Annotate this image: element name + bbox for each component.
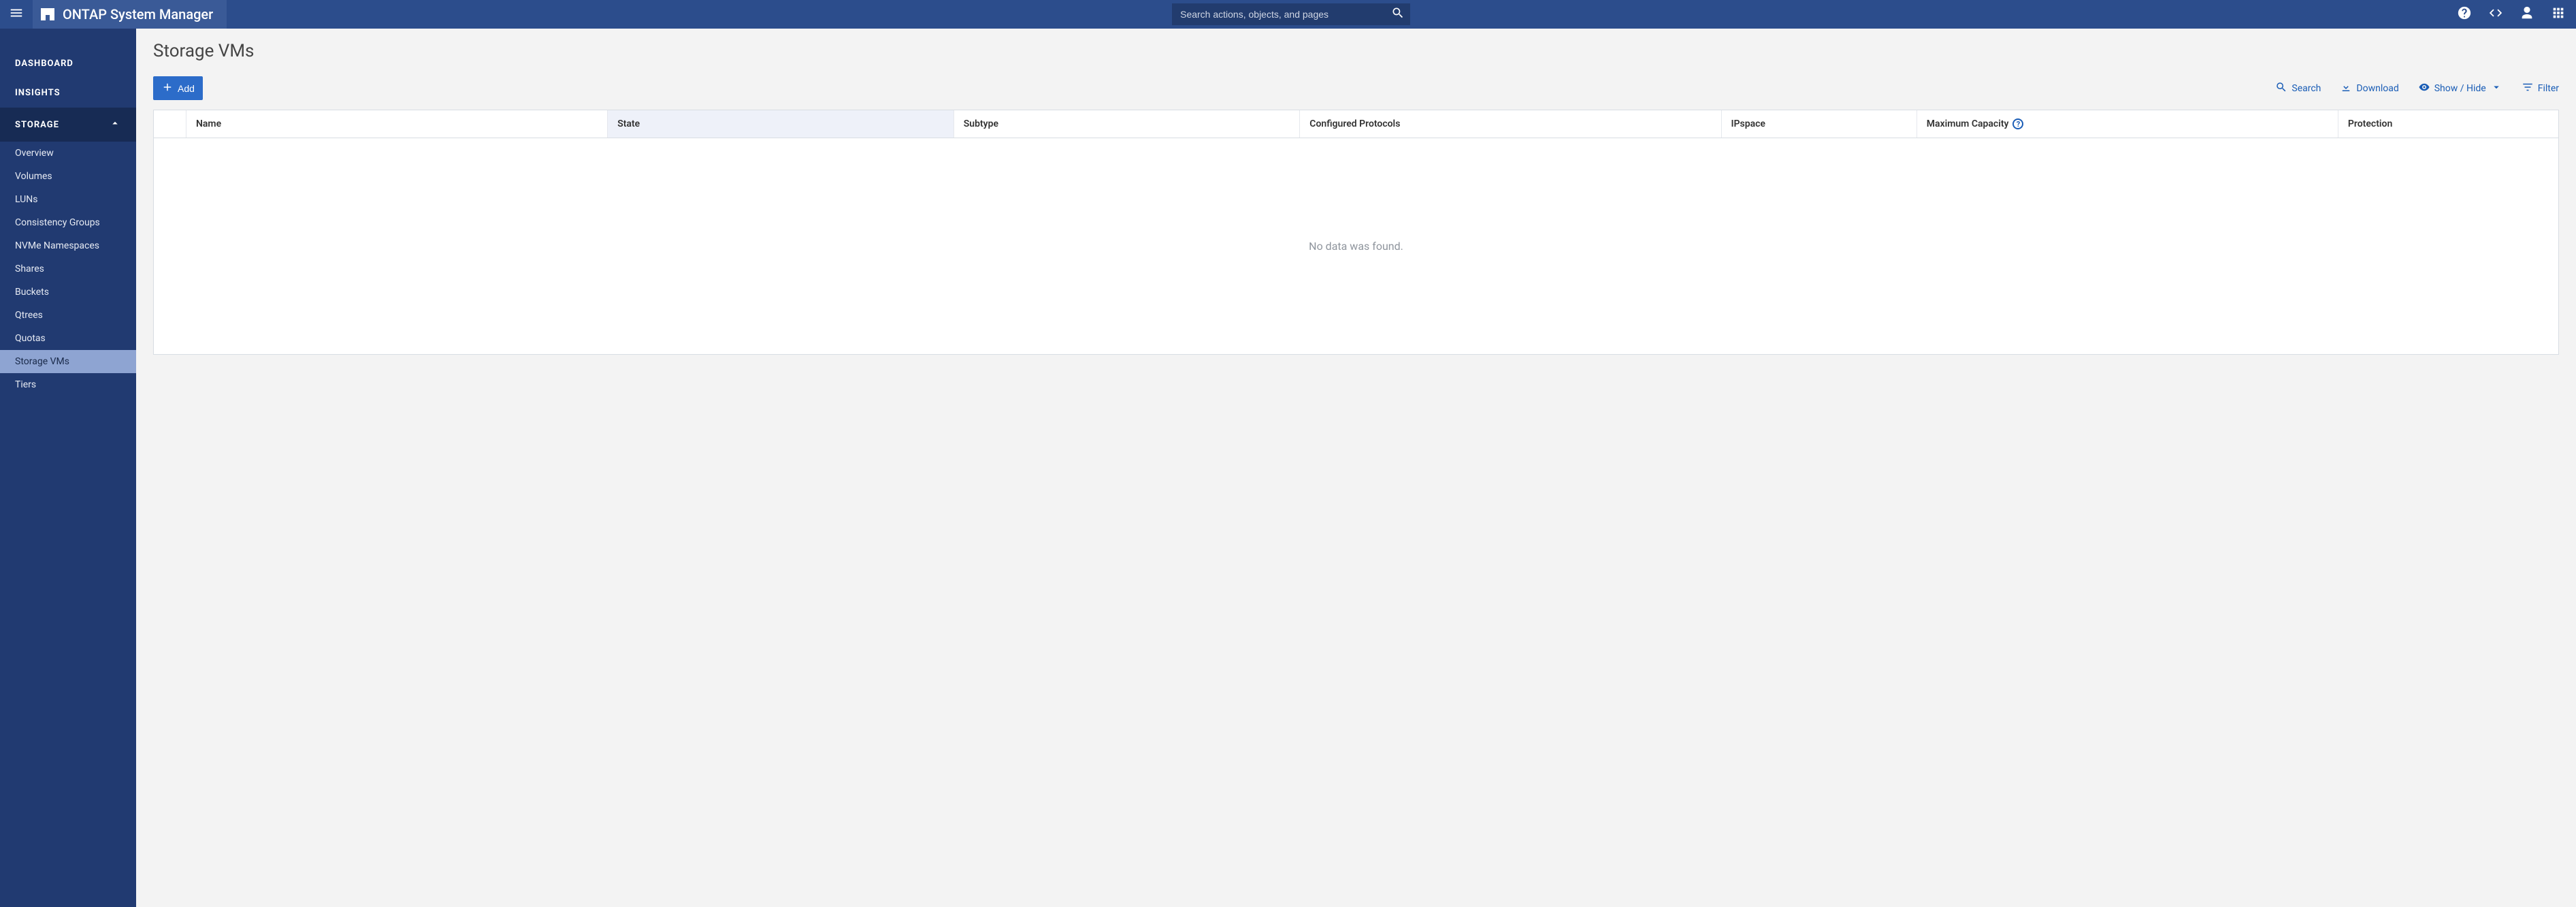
product-name: ONTAP System Manager <box>63 6 213 22</box>
sidebar-item-storage[interactable]: Storage <box>0 108 136 142</box>
empty-message: No data was found. <box>1309 240 1403 253</box>
sidebar-item-shares[interactable]: Shares <box>0 257 136 281</box>
storage-vms-table: Name State Subtype Configured Protocols … <box>153 110 2559 355</box>
table-header-row: Name State Subtype Configured Protocols … <box>154 110 2558 138</box>
column-label: Configured Protocols <box>1309 118 1400 129</box>
top-bar: ONTAP System Manager <box>0 0 2576 29</box>
brand-area: ONTAP System Manager <box>33 0 227 29</box>
eye-icon <box>2418 81 2430 96</box>
sidebar-item-consistency-groups[interactable]: Consistency Groups <box>0 211 136 234</box>
page-title: Storage VMs <box>153 41 2559 61</box>
sidebar-item-label: NVMe Namespaces <box>15 240 99 251</box>
sidebar-item-label: LUNs <box>15 194 37 205</box>
api-button[interactable] <box>2488 6 2504 22</box>
filter-button[interactable]: Filter <box>2522 81 2559 96</box>
sidebar-item-overview[interactable]: Overview <box>0 142 136 165</box>
global-search[interactable] <box>1172 3 1410 25</box>
sidebar-item-quotas[interactable]: Quotas <box>0 327 136 350</box>
sidebar-item-label: Overview <box>15 148 54 159</box>
sidebar-item-nvme-namespaces[interactable]: NVMe Namespaces <box>0 234 136 257</box>
code-icon <box>2488 5 2503 23</box>
user-menu-button[interactable] <box>2519 6 2535 22</box>
page-toolbar: Add Search Download Show / Hide Filter <box>153 76 2559 100</box>
sidebar-item-label: Tiers <box>15 379 36 390</box>
column-label: IPspace <box>1731 118 1765 129</box>
table-empty-state: No data was found. <box>154 138 2558 354</box>
download-button[interactable]: Download <box>2340 81 2398 96</box>
column-header-protection[interactable]: Protection <box>2338 110 2558 138</box>
column-header-name[interactable]: Name <box>186 110 608 138</box>
help-button[interactable] <box>2456 6 2473 22</box>
sidebar-item-label: Insights <box>15 88 61 98</box>
download-label: Download <box>2356 83 2398 94</box>
column-label: Maximum Capacity <box>1927 118 2009 129</box>
column-header-configured-protocols[interactable]: Configured Protocols <box>1300 110 1721 138</box>
add-button-label: Add <box>178 83 195 94</box>
sidebar-item-label: Qtrees <box>15 310 43 321</box>
sidebar-item-insights[interactable]: Insights <box>0 78 136 108</box>
topbar-center <box>227 3 2451 25</box>
plus-icon <box>161 81 174 95</box>
hamburger-icon <box>9 5 24 23</box>
netapp-logo-icon <box>39 6 56 22</box>
apps-button[interactable] <box>2550 6 2566 22</box>
sidebar-item-storage-vms[interactable]: Storage VMs <box>0 350 136 373</box>
chevron-up-icon <box>109 117 121 132</box>
sidebar-item-label: Buckets <box>15 287 49 298</box>
column-label: Protection <box>2348 118 2392 129</box>
main-content: Storage VMs Add Search Download Show / H… <box>136 29 2576 907</box>
sidebar-storage-children: Overview Volumes LUNs Consistency Groups… <box>0 142 136 396</box>
column-header-subtype[interactable]: Subtype <box>954 110 1301 138</box>
column-label: Name <box>196 118 221 129</box>
sidebar: Dashboard Insights Storage Overview Volu… <box>0 29 136 907</box>
chevron-down-icon <box>2490 81 2502 96</box>
help-icon[interactable]: ? <box>2012 118 2023 129</box>
column-label: Subtype <box>964 118 998 129</box>
search-icon <box>1391 6 1405 22</box>
global-search-input[interactable] <box>1180 9 1391 20</box>
search-label: Search <box>2292 83 2321 94</box>
search-icon <box>2275 81 2287 96</box>
sidebar-item-label: Dashboard <box>15 59 74 69</box>
show-hide-button[interactable]: Show / Hide <box>2418 81 2502 96</box>
download-icon <box>2340 81 2352 96</box>
sidebar-item-buckets[interactable]: Buckets <box>0 281 136 304</box>
column-select-all[interactable] <box>154 110 186 138</box>
filter-label: Filter <box>2538 83 2559 94</box>
sidebar-item-label: Consistency Groups <box>15 217 100 228</box>
column-label: State <box>617 118 640 129</box>
sidebar-item-label: Quotas <box>15 333 46 344</box>
sidebar-item-label: Shares <box>15 264 44 274</box>
body: Dashboard Insights Storage Overview Volu… <box>0 29 2576 907</box>
sidebar-item-qtrees[interactable]: Qtrees <box>0 304 136 327</box>
add-button[interactable]: Add <box>153 76 203 100</box>
topbar-actions <box>2451 6 2576 22</box>
table-search-button[interactable]: Search <box>2275 81 2321 96</box>
column-header-maximum-capacity[interactable]: Maximum Capacity ? <box>1917 110 2338 138</box>
sidebar-item-label: Volumes <box>15 171 52 182</box>
apps-grid-icon <box>2551 5 2566 23</box>
hamburger-menu-button[interactable] <box>0 0 33 29</box>
sidebar-item-label: Storage VMs <box>15 356 69 367</box>
sidebar-item-label: Storage <box>15 120 59 130</box>
column-header-ipspace[interactable]: IPspace <box>1722 110 1917 138</box>
sidebar-item-tiers[interactable]: Tiers <box>0 373 136 396</box>
column-header-state[interactable]: State <box>608 110 954 138</box>
sidebar-item-volumes[interactable]: Volumes <box>0 165 136 188</box>
user-icon <box>2520 5 2534 23</box>
sidebar-item-luns[interactable]: LUNs <box>0 188 136 211</box>
filter-icon <box>2522 81 2534 96</box>
help-icon <box>2457 5 2472 23</box>
show-hide-label: Show / Hide <box>2434 83 2486 94</box>
sidebar-item-dashboard[interactable]: Dashboard <box>0 49 136 78</box>
